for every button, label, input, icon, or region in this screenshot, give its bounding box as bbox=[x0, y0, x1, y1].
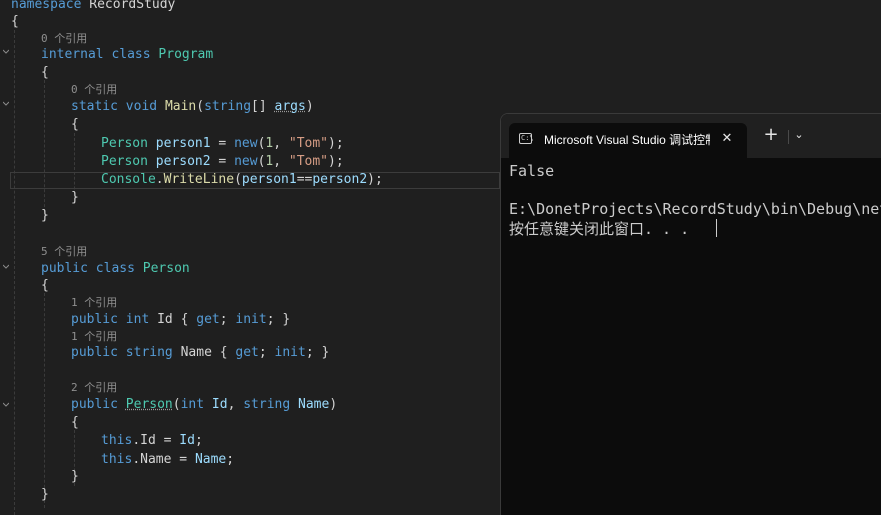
code-line-constructor: public Person(int Id, string Name) bbox=[71, 397, 338, 412]
keyword-string: string bbox=[243, 397, 291, 412]
class-name: Program bbox=[158, 47, 214, 62]
codelens-references[interactable]: 5 个引用 bbox=[41, 245, 87, 259]
class-name: Person bbox=[142, 261, 190, 276]
param-name: args bbox=[274, 99, 306, 114]
keyword-get: get bbox=[235, 345, 259, 360]
keyword-public: public bbox=[71, 312, 118, 327]
keyword-public: public bbox=[41, 261, 88, 276]
var-name: person1 bbox=[155, 136, 211, 151]
string-literal: "Tom" bbox=[288, 136, 329, 151]
keyword-int: int bbox=[125, 312, 150, 327]
number-literal: 1 bbox=[265, 136, 274, 151]
property-name: Name bbox=[180, 345, 212, 360]
keyword-public: public bbox=[71, 345, 118, 360]
param-name: Id bbox=[179, 433, 195, 448]
var-name: person2 bbox=[312, 172, 368, 187]
tab-title: Microsoft Visual Studio 调试控制台 bbox=[544, 133, 710, 147]
namespace-name: RecordStudy bbox=[89, 0, 176, 12]
debug-console-window[interactable]: C:\ Microsoft Visual Studio 调试控制台 ✕ + ⌄ … bbox=[500, 113, 881, 515]
keyword-this: this bbox=[101, 433, 133, 448]
code-line-main: static void Main(string[] args) bbox=[71, 99, 314, 114]
param-name: Id bbox=[211, 397, 228, 412]
method-name: WriteLine bbox=[163, 172, 235, 187]
brace-close: } bbox=[41, 487, 49, 502]
code-line-assign-name: this.Name = Name; bbox=[101, 452, 235, 467]
codelens-references[interactable]: 2 个引用 bbox=[71, 381, 117, 395]
property-name: Id bbox=[157, 312, 173, 327]
keyword-public: public bbox=[71, 397, 118, 412]
brace-open: { bbox=[11, 14, 19, 29]
keyword-init: init bbox=[274, 345, 306, 360]
param-name: Name bbox=[298, 397, 330, 412]
keyword-new: new bbox=[234, 136, 258, 151]
console-output-line: 按任意键关闭此窗口. . . bbox=[509, 220, 690, 238]
property-name: Name bbox=[140, 452, 172, 467]
keyword-new: new bbox=[234, 154, 258, 169]
terminal-tab[interactable]: C:\ Microsoft Visual Studio 调试控制台 ✕ bbox=[509, 123, 747, 158]
code-line-person2: Person person2 = new(1, "Tom"); bbox=[101, 154, 344, 169]
keyword-string: string bbox=[125, 345, 173, 360]
brace-open: { bbox=[71, 117, 79, 132]
indent-guide bbox=[14, 25, 15, 515]
fold-chevron-icon[interactable] bbox=[3, 49, 9, 55]
code-line-writeline: Console.WriteLine(person1==person2); bbox=[101, 172, 383, 187]
brace-close: } bbox=[41, 208, 49, 223]
method-name: Main bbox=[164, 99, 197, 114]
brace-open: { bbox=[71, 415, 79, 430]
number-literal: 1 bbox=[265, 154, 274, 169]
code-line-id-prop: public int Id { get; init; } bbox=[71, 312, 291, 327]
codelens-references[interactable]: 0 个引用 bbox=[41, 32, 87, 46]
keyword-internal: internal bbox=[41, 47, 104, 62]
code-line-assign-id: this.Id = Id; bbox=[101, 433, 203, 448]
type-name: Console bbox=[101, 172, 156, 187]
var-name: person1 bbox=[241, 172, 297, 187]
brace-close: } bbox=[71, 469, 79, 484]
keyword-namespace: namespace bbox=[11, 0, 82, 12]
keyword-string: string bbox=[204, 99, 252, 114]
keyword-get: get bbox=[196, 312, 220, 327]
close-icon[interactable]: ✕ bbox=[719, 131, 735, 147]
terminal-titlebar[interactable]: C:\ Microsoft Visual Studio 调试控制台 ✕ + ⌄ bbox=[501, 114, 881, 158]
param-name: Name bbox=[194, 452, 227, 467]
console-output-line: False bbox=[509, 162, 555, 180]
new-tab-icon[interactable]: + bbox=[763, 126, 779, 144]
code-line-namespace: namespace RecordStudy bbox=[11, 0, 175, 13]
codelens-references[interactable]: 0 个引用 bbox=[71, 83, 117, 97]
text-cursor bbox=[716, 219, 717, 237]
fold-chevron-icon[interactable] bbox=[3, 101, 9, 107]
fold-chevron-icon[interactable] bbox=[3, 402, 9, 408]
property-name: Id bbox=[140, 433, 156, 448]
codelens-references[interactable]: 1 个引用 bbox=[71, 330, 117, 344]
type-name: Person bbox=[101, 136, 148, 151]
keyword-class: class bbox=[95, 261, 135, 276]
brace-open: { bbox=[41, 278, 49, 293]
code-line-class-person: public class Person bbox=[41, 260, 190, 277]
constructor-name: Person bbox=[125, 397, 173, 412]
keyword-this: this bbox=[101, 452, 133, 467]
keyword-void: void bbox=[125, 99, 158, 114]
var-name: person2 bbox=[155, 154, 211, 169]
tab-divider bbox=[788, 130, 789, 144]
keyword-static: static bbox=[71, 99, 118, 114]
brace-open: { bbox=[41, 65, 49, 80]
string-literal: "Tom" bbox=[288, 154, 329, 169]
brace-close: } bbox=[71, 190, 79, 205]
keyword-class: class bbox=[111, 47, 151, 62]
codelens-references[interactable]: 1 个引用 bbox=[71, 296, 117, 310]
code-line-name-prop: public string Name { get; init; } bbox=[71, 345, 330, 360]
keyword-int: int bbox=[180, 397, 205, 412]
fold-chevron-icon[interactable] bbox=[3, 264, 9, 270]
chevron-down-icon[interactable]: ⌄ bbox=[792, 128, 806, 142]
code-line-person1: Person person1 = new(1, "Tom"); bbox=[101, 136, 344, 151]
indent-guide bbox=[44, 293, 45, 508]
console-icon: C:\ bbox=[519, 133, 534, 144]
code-line-class-program: internal class Program bbox=[41, 46, 213, 63]
type-name: Person bbox=[101, 154, 148, 169]
console-output-line: E:\DonetProjects\RecordStudy\bin\Debug\n… bbox=[509, 200, 881, 218]
keyword-init: init bbox=[235, 312, 267, 327]
indent-guide bbox=[44, 80, 45, 222]
